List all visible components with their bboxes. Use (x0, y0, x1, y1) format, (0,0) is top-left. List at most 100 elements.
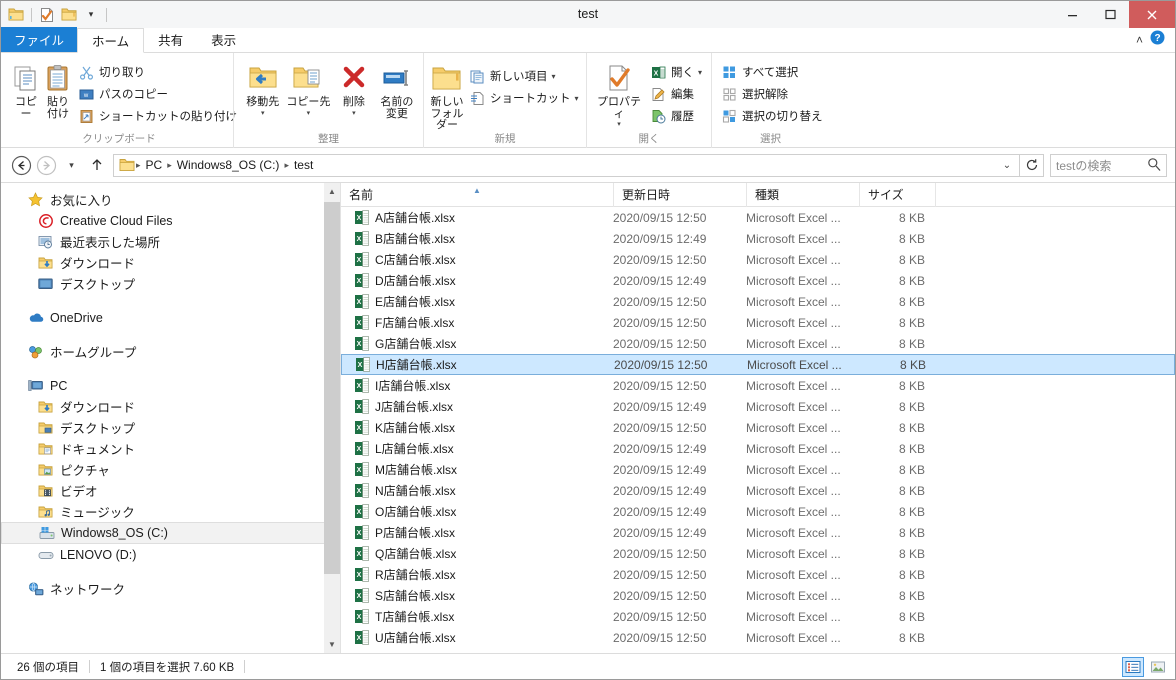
up-button[interactable] (84, 153, 109, 178)
table-row[interactable]: X L店舗台帳.xlsx 2020/09/15 12:49 Microsoft Exc… (341, 438, 1175, 459)
recent-locations-button[interactable]: ▾ (59, 153, 84, 178)
table-row[interactable]: X P店舗台帳.xlsx 2020/09/15 12:49 Microsoft Exc… (341, 522, 1175, 543)
table-row[interactable]: X C店舗台帳.xlsx 2020/09/15 12:50 Microsoft Exc… (341, 249, 1175, 270)
path-breadcrumb-bar[interactable]: ▸ PC ▸ Windows8_OS (C:) ▸ test ⌄ (113, 153, 1020, 177)
table-row[interactable]: X N店舗台帳.xlsx 2020/09/15 12:49 Microsoft Exc… (341, 480, 1175, 501)
properties-button[interactable]: プロパティ ▾ (593, 57, 645, 128)
forward-button[interactable] (34, 153, 59, 178)
sidebar-item-pc-downloads[interactable]: ダウンロード (1, 396, 340, 417)
chevron-down-icon[interactable]: ▾ (352, 110, 356, 117)
sidebar-item-favorites[interactable]: お気に入り (1, 189, 340, 210)
tab-share[interactable]: 共有 (144, 27, 197, 52)
sidebar-item-downloads[interactable]: ダウンロード (1, 252, 340, 273)
copy-to-button[interactable]: コピー先 ▾ (286, 57, 332, 117)
sidebar-item-pc[interactable]: PC (1, 375, 340, 396)
sidebar-scrollbar[interactable]: ▲ ▼ (324, 183, 340, 653)
sidebar-item-videos[interactable]: ビデオ (1, 480, 340, 501)
breadcrumb-test[interactable]: test (290, 155, 317, 176)
qat-dropdown-icon[interactable]: ▾ (82, 6, 100, 24)
folder-icon[interactable] (7, 6, 25, 24)
search-input[interactable]: testの検索 (1050, 153, 1167, 177)
sidebar-item-desktop[interactable]: デスクトップ (1, 273, 340, 294)
chevron-down-icon[interactable]: ▾ (617, 121, 621, 128)
sidebar-item-onedrive[interactable]: OneDrive (1, 307, 340, 328)
tab-file[interactable]: ファイル (1, 27, 78, 52)
table-row[interactable]: X S店舗台帳.xlsx 2020/09/15 12:50 Microsoft Exc… (341, 585, 1175, 606)
cut-button[interactable]: 切り取り (75, 61, 240, 83)
chevron-down-icon[interactable]: ⌄ (997, 160, 1017, 171)
help-icon[interactable]: ? (1150, 30, 1165, 50)
table-row[interactable]: X B店舗台帳.xlsx 2020/09/15 12:49 Microsoft Exc… (341, 228, 1175, 249)
table-row[interactable]: X I店舗台帳.xlsx 2020/09/15 12:50 Microsoft Exc… (341, 375, 1175, 396)
table-row[interactable]: X F店舗台帳.xlsx 2020/09/15 12:50 Microsoft Exc… (341, 312, 1175, 333)
scroll-thumb[interactable] (324, 202, 340, 574)
sidebar-item-creative-cloud[interactable]: Creative Cloud Files (1, 210, 340, 231)
table-row[interactable]: X U店舗台帳.xlsx 2020/09/15 12:50 Microsoft Exc… (341, 627, 1175, 648)
collapse-ribbon-icon[interactable]: ˄ (1136, 33, 1143, 47)
table-row[interactable]: X D店舗台帳.xlsx 2020/09/15 12:49 Microsoft Exc… (341, 270, 1175, 291)
sidebar-item-pc-desktop[interactable]: デスクトップ (1, 417, 340, 438)
chevron-down-icon[interactable]: ▾ (552, 72, 556, 80)
rename-button[interactable]: 名前の 変更 (377, 57, 417, 120)
select-all-button[interactable]: すべて選択 (718, 61, 826, 83)
close-button[interactable] (1129, 1, 1175, 28)
shortcut-button[interactable]: ショートカット ▾ (466, 87, 582, 109)
sidebar-item-lenovo-drive[interactable]: LENOVO (D:) (1, 544, 340, 565)
scroll-track[interactable] (324, 200, 340, 636)
scroll-up-arrow-icon[interactable]: ▲ (324, 183, 340, 200)
minimize-button[interactable] (1053, 1, 1091, 28)
delete-button[interactable]: 削除 ▾ (331, 57, 377, 117)
table-row[interactable]: X O店舗台帳.xlsx 2020/09/15 12:49 Microsoft Exc… (341, 501, 1175, 522)
sidebar-item-homegroup[interactable]: ホームグループ (1, 341, 340, 362)
chevron-down-icon[interactable]: ▾ (261, 110, 265, 117)
sidebar-item-pictures[interactable]: ピクチャ (1, 459, 340, 480)
column-header-name[interactable]: ▲ 名前 (341, 183, 613, 207)
paste-shortcut-button[interactable]: ショートカットの貼り付け (75, 105, 240, 127)
table-row[interactable]: X G店舗台帳.xlsx 2020/09/15 12:50 Microsoft Exc… (341, 333, 1175, 354)
file-rows[interactable]: X A店舗台帳.xlsx 2020/09/15 12:50 Microsoft Exc… (341, 207, 1175, 653)
paste-button[interactable]: 貼り付け (43, 57, 73, 120)
table-row[interactable]: X Q店舗台帳.xlsx 2020/09/15 12:50 Microsoft Exc… (341, 543, 1175, 564)
chevron-down-icon[interactable]: ▾ (575, 94, 579, 102)
new-item-button[interactable]: 新しい項目 ▾ (466, 65, 582, 87)
sidebar-item-documents[interactable]: ドキュメント (1, 438, 340, 459)
table-row[interactable]: X J店舗台帳.xlsx 2020/09/15 12:49 Microsoft Exc… (341, 396, 1175, 417)
scroll-down-arrow-icon[interactable]: ▼ (324, 636, 340, 653)
tab-view[interactable]: 表示 (197, 27, 250, 52)
large-icons-view-button[interactable] (1147, 657, 1169, 677)
new-folder-icon[interactable] (60, 6, 78, 24)
sidebar-item-windows-drive[interactable]: Windows8_OS (C:) (1, 522, 326, 544)
column-header-date[interactable]: 更新日時 (613, 183, 746, 207)
tab-home[interactable]: ホーム (77, 28, 145, 53)
chevron-down-icon[interactable]: ▾ (698, 68, 702, 76)
properties-icon[interactable] (38, 6, 56, 24)
table-row[interactable]: X K店舗台帳.xlsx 2020/09/15 12:50 Microsoft Exc… (341, 417, 1175, 438)
open-button[interactable]: X 開く ▾ (647, 61, 705, 83)
sidebar-item-recent-places[interactable]: 最近表示した場所 (1, 231, 340, 252)
table-row[interactable]: X A店舗台帳.xlsx 2020/09/15 12:50 Microsoft Exc… (341, 207, 1175, 228)
column-header-size[interactable]: サイズ (859, 183, 935, 207)
column-header-type[interactable]: 種類 (746, 183, 859, 207)
table-row[interactable]: X T店舗台帳.xlsx 2020/09/15 12:50 Microsoft Exc… (341, 606, 1175, 627)
copy-button[interactable]: コピー (11, 57, 41, 120)
move-to-button[interactable]: 移動先 ▾ (240, 57, 286, 117)
table-row[interactable]: X H店舗台帳.xlsx 2020/09/15 12:50 Microsoft Exc… (341, 354, 1175, 375)
sidebar-item-music[interactable]: ミュージック (1, 501, 340, 522)
select-none-button[interactable]: 選択解除 (718, 83, 826, 105)
details-view-button[interactable] (1122, 656, 1144, 677)
breadcrumb-drive[interactable]: Windows8_OS (C:) (173, 155, 284, 176)
breadcrumb-pc[interactable]: PC (142, 155, 167, 176)
table-row[interactable]: X E店舗台帳.xlsx 2020/09/15 12:50 Microsoft Exc… (341, 291, 1175, 312)
invert-selection-button[interactable]: 選択の切り替え (718, 105, 826, 127)
copy-path-button[interactable]: w パスのコピー (75, 83, 240, 105)
table-row[interactable]: X R店舗台帳.xlsx 2020/09/15 12:50 Microsoft Exc… (341, 564, 1175, 585)
edit-button[interactable]: 編集 (647, 83, 705, 105)
maximize-button[interactable] (1091, 1, 1129, 28)
search-icon[interactable] (1147, 157, 1161, 174)
column-header-extra[interactable] (935, 183, 975, 207)
history-button[interactable]: 履歴 (647, 105, 705, 127)
new-folder-button[interactable]: 新しい フォルダー (430, 57, 464, 132)
back-button[interactable] (9, 153, 34, 178)
sidebar-item-network[interactable]: ネットワーク (1, 578, 340, 599)
chevron-down-icon[interactable]: ▾ (307, 110, 311, 117)
